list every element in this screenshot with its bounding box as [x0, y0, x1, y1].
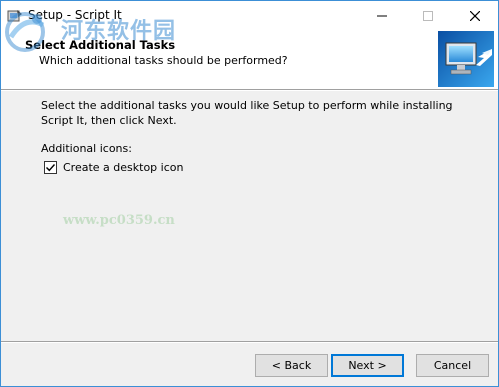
watermark-url: www.pc0359.cn: [63, 213, 175, 228]
maximize-button[interactable]: [405, 1, 451, 31]
cancel-button[interactable]: Cancel: [416, 354, 489, 377]
close-button[interactable]: [452, 1, 498, 31]
next-button[interactable]: Next >: [331, 354, 404, 377]
footer-divider-highlight: [1, 342, 498, 343]
desktop-icon-option[interactable]: Create a desktop icon: [44, 161, 183, 174]
watermark-logo-icon: [3, 7, 59, 57]
header-divider-highlight: [1, 90, 498, 91]
page-subtitle: Which additional tasks should be perform…: [39, 54, 288, 67]
close-icon: [470, 11, 480, 21]
desktop-icon-checkbox[interactable]: [44, 161, 57, 174]
maximize-icon: [423, 11, 433, 21]
desktop-icon-label: Create a desktop icon: [63, 161, 184, 174]
checkmark-icon: [46, 164, 56, 172]
wizard-computer-icon: [438, 31, 494, 87]
back-button[interactable]: < Back: [255, 354, 328, 377]
additional-icons-label: Additional icons:: [41, 142, 132, 155]
watermark-site-name: 河东软件园: [61, 18, 177, 44]
minimize-button[interactable]: [359, 1, 405, 31]
task-description: Select the additional tasks you would li…: [41, 99, 453, 127]
setup-window: Setup - Script It Select Additional Task…: [0, 0, 499, 387]
minimize-icon: [377, 15, 387, 17]
